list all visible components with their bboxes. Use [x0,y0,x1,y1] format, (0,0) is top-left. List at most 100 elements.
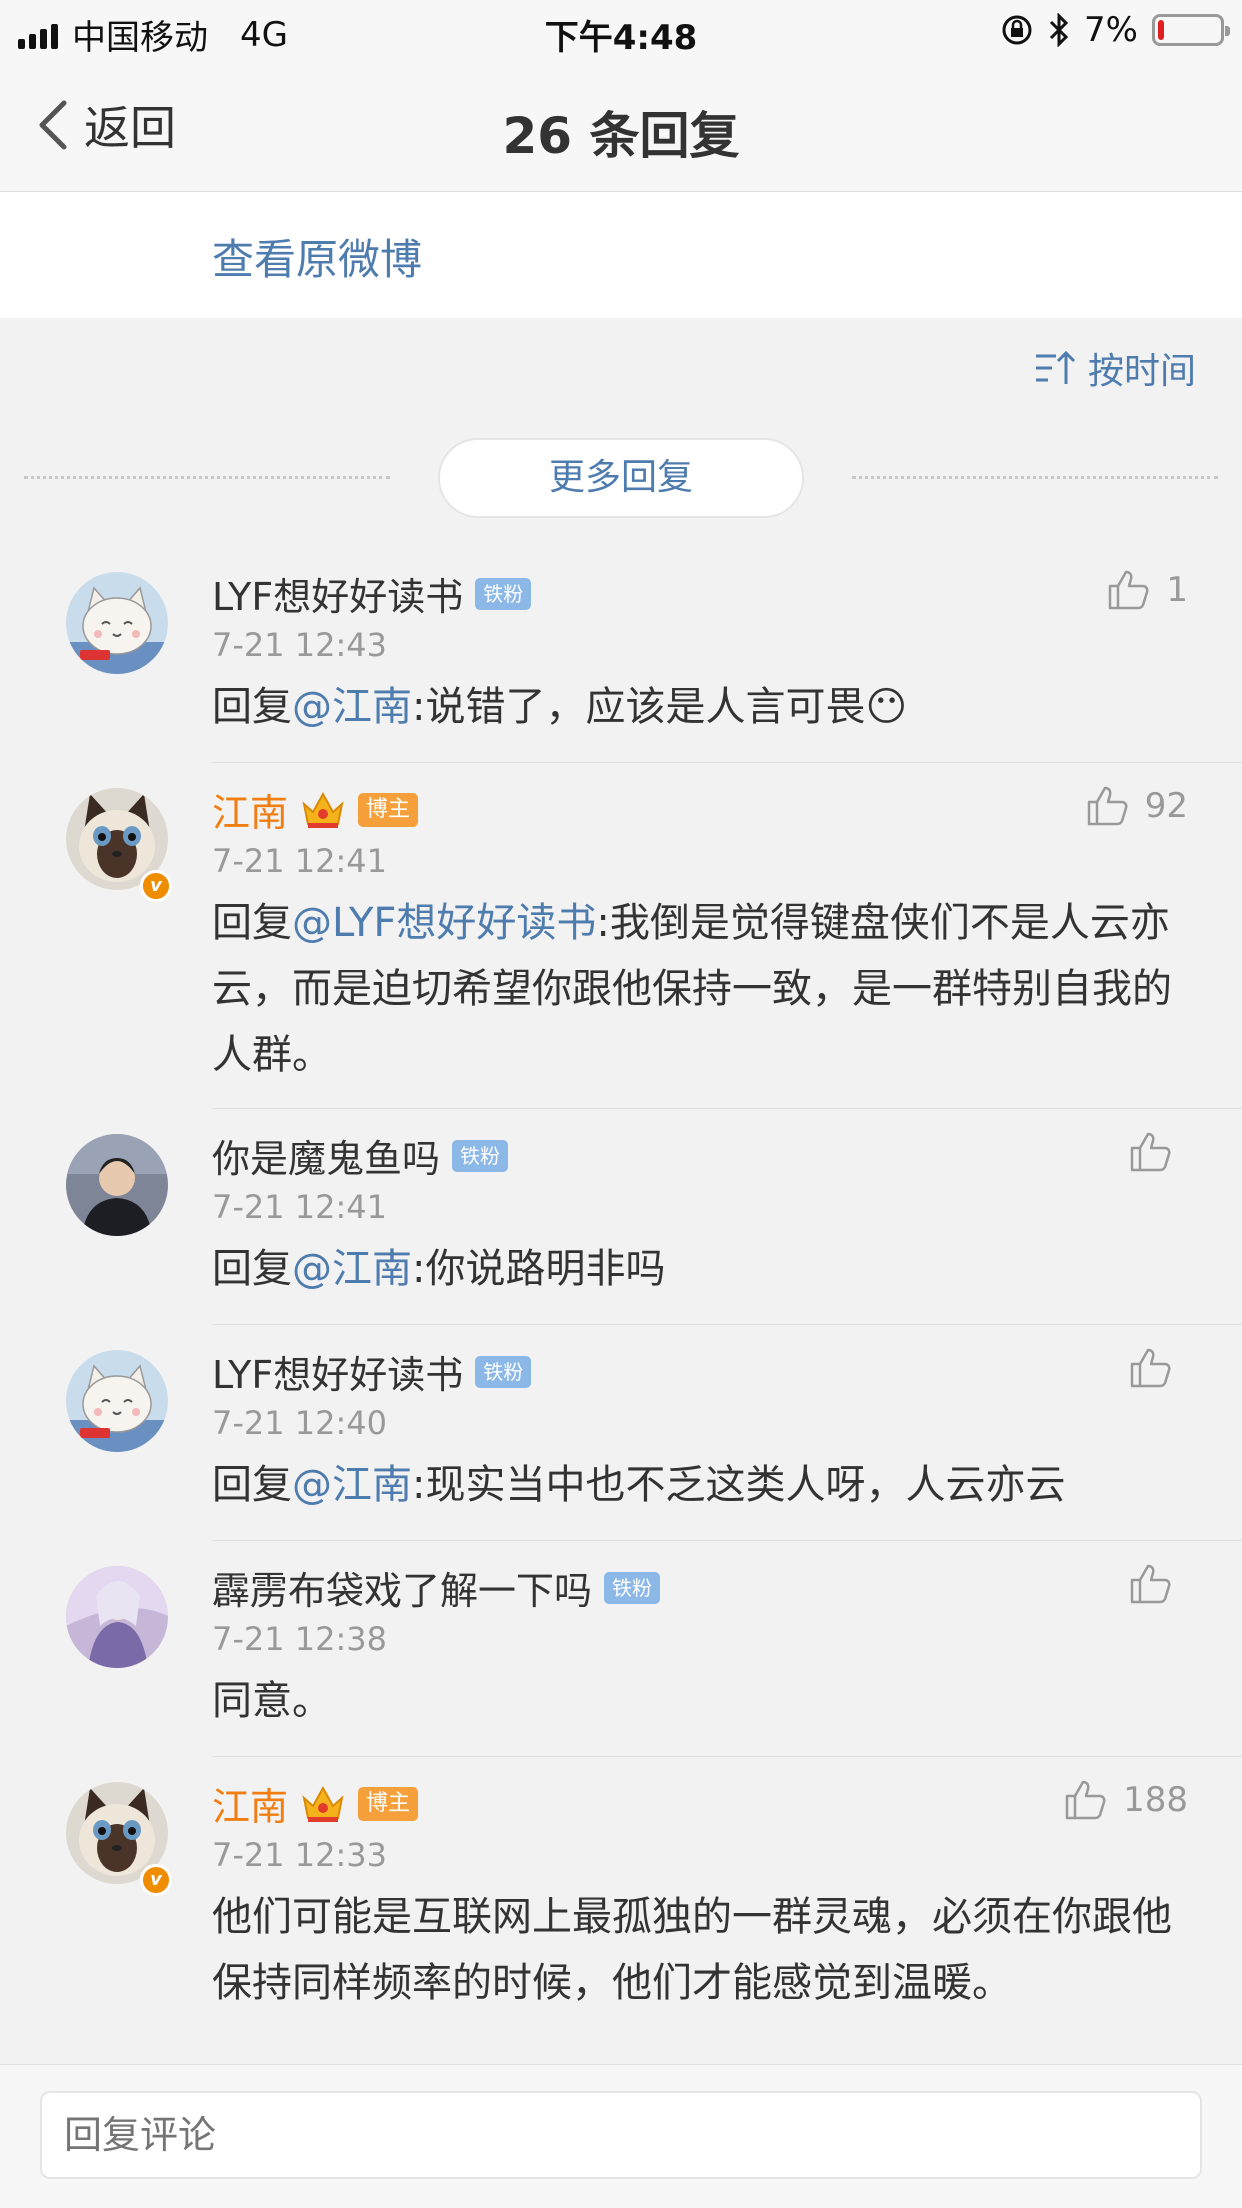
network-type: 4G [240,14,288,55]
like-button[interactable]: 92 [1085,784,1188,828]
reply-prefix: 回复 [212,1462,292,1508]
status-bar-right: 7% [1000,10,1230,50]
reply-bar [0,2064,1242,2208]
comment-text: 同意。 [212,1668,1192,1734]
more-replies-button[interactable]: 更多回复 [438,438,804,518]
crown-icon [302,791,344,828]
thumbs-up-icon [1130,1348,1171,1388]
reply-prefix: 回复 [212,900,292,946]
status-bar: 中国移动 4G 下午4:48 7% [0,0,1242,62]
like-button[interactable] [1128,1130,1188,1174]
like-button[interactable]: 188 [1063,1778,1188,1822]
username[interactable]: 霹雳布袋戏了解一下吗 铁粉 [212,1560,661,1615]
comment-body: 同意。 [212,1678,332,1724]
mention-link[interactable]: @江南 [292,684,412,730]
reply-input[interactable] [40,2091,1202,2179]
host-badge: 博主 [358,1786,419,1821]
thumbs-up-icon [1130,1132,1171,1172]
username-text: 霹雳布袋戏了解一下吗 [212,1569,593,1613]
username-text: 江南 [212,791,289,835]
username[interactable]: 江南 博主 [212,1776,419,1831]
view-original-link[interactable]: 查看原微博 [212,226,422,287]
bluetooth-icon [1049,13,1069,47]
like-button[interactable] [1128,1562,1188,1606]
crown-icon [302,1785,344,1822]
comment-body: :现实当中也不乏这类人呀，人云亦云 [412,1462,1066,1508]
username-text: 江南 [212,1785,289,1829]
divider-right [852,476,1218,479]
verified-badge-icon: v [140,1864,172,1896]
comment-text: 回复@江南:你说路明非吗 [212,1236,1192,1302]
comment-text: 回复@江南:现实当中也不乏这类人呀，人云亦云 [212,1452,1192,1518]
username-text: 你是魔鬼鱼吗 [212,1137,441,1181]
thumbs-up-icon [1065,1780,1106,1820]
comment-time: 7-21 12:41 [212,1188,388,1226]
comment-divider [212,762,1242,763]
comment-time: 7-21 12:41 [212,842,388,880]
comment-text: 回复@江南:说错了，应该是人言可畏😶 [212,674,1192,740]
fan-badge: 铁粉 [475,1355,532,1388]
thumbs-up-icon [1130,1564,1171,1604]
comment-divider [212,1108,1242,1109]
username[interactable]: 江南 博主 [212,782,419,837]
orientation-lock-icon [1002,15,1032,45]
thumbs-up-icon [1109,570,1149,610]
comment-time: 7-21 12:38 [212,1620,388,1658]
avatar[interactable] [66,1566,168,1668]
verified-badge-icon: v [140,870,172,902]
battery-icon [1152,14,1230,46]
comment-item[interactable]: LYF想好好读书 铁粉 7-21 12:43 回复@江南:说错了，应该是人言可畏😶 1 [0,556,1242,763]
comment-item[interactable]: v 江南 博主 7-21 12:41 回复@LYF想好好读书:我倒是觉得键盘侠们不是人云… [0,772,1242,1109]
username-text: LYF想好好读书 [212,575,464,619]
view-original-bar: 查看原微博 [0,192,1242,318]
fan-badge: 铁粉 [475,577,532,610]
comment-divider [212,1756,1242,1757]
comment-time: 7-21 12:40 [212,1404,388,1442]
comment-text: 回复@LYF想好好读书:我倒是觉得键盘侠们不是人云亦云，而是迫切希望你跟他保持一… [212,890,1192,1088]
comment-item[interactable]: 霹雳布袋戏了解一下吗 铁粉 7-21 12:38 同意。 [0,1550,1242,1757]
comment-divider [212,1324,1242,1325]
comment-item[interactable]: v 江南 博主 7-21 12:33 他们可能是互联网上最孤独的一群灵魂，必须在你跟他保… [0,1766,1242,2046]
sort-by-time-button[interactable]: 按时间 [1034,342,1196,394]
sort-label: 按时间 [1087,351,1196,392]
comment-item[interactable]: LYF想好好读书 铁粉 7-21 12:40 回复@江南:现实当中也不乏这类人呀，人云… [0,1334,1242,1541]
comment-body: :说错了，应该是人言可畏😶 [412,684,908,730]
sort-icon [1035,350,1076,384]
battery-level-fill [1158,20,1164,40]
comment-text: 他们可能是互联网上最孤独的一群灵魂，必须在你跟他保持同样频率的时候，他们才能感觉… [212,1884,1192,2016]
navigation-bar: 返回 26 条回复 [0,62,1242,192]
mention-link[interactable]: @LYF想好好读书 [292,900,596,946]
like-button[interactable]: 1 [1106,568,1188,612]
comment-item[interactable]: 你是魔鬼鱼吗 铁粉 7-21 12:41 回复@江南:你说路明非吗 [0,1118,1242,1325]
comment-time: 7-21 12:43 [212,626,388,664]
username[interactable]: 你是魔鬼鱼吗 铁粉 [212,1128,509,1183]
cellular-signal-icon [18,21,58,49]
reply-prefix: 回复 [212,1246,292,1292]
like-button[interactable] [1128,1346,1188,1390]
avatar[interactable] [66,1350,168,1452]
comment-body: 他们可能是互联网上最孤独的一群灵魂，必须在你跟他保持同样频率的时候，他们才能感觉… [212,1894,1172,2006]
fan-badge: 铁粉 [604,1571,661,1604]
battery-percent: 7% [1084,10,1138,50]
comment-divider [212,1540,1242,1541]
avatar[interactable] [66,1134,168,1236]
comment-time: 7-21 12:33 [212,1836,388,1874]
page-title: 26 条回复 [502,107,740,165]
thumbs-up-icon [1087,786,1128,826]
reply-prefix: 回复 [212,684,292,730]
divider-left [24,476,390,479]
carrier-name: 中国移动 [72,18,208,58]
username-text: LYF想好好读书 [212,1353,464,1397]
like-count: 92 [1144,786,1188,826]
mention-link[interactable]: @江南 [292,1246,412,1292]
like-count: 1 [1166,570,1188,610]
mention-link[interactable]: @江南 [292,1462,412,1508]
username[interactable]: LYF想好好读书 铁粉 [212,566,532,621]
comment-body: :你说路明非吗 [412,1246,666,1292]
avatar[interactable] [66,572,168,674]
host-badge: 博主 [358,792,419,827]
status-bar-left: 中国移动 4G [18,10,288,59]
username[interactable]: LYF想好好读书 铁粉 [212,1344,532,1399]
fan-badge: 铁粉 [452,1139,509,1172]
like-count: 188 [1123,1780,1188,1820]
